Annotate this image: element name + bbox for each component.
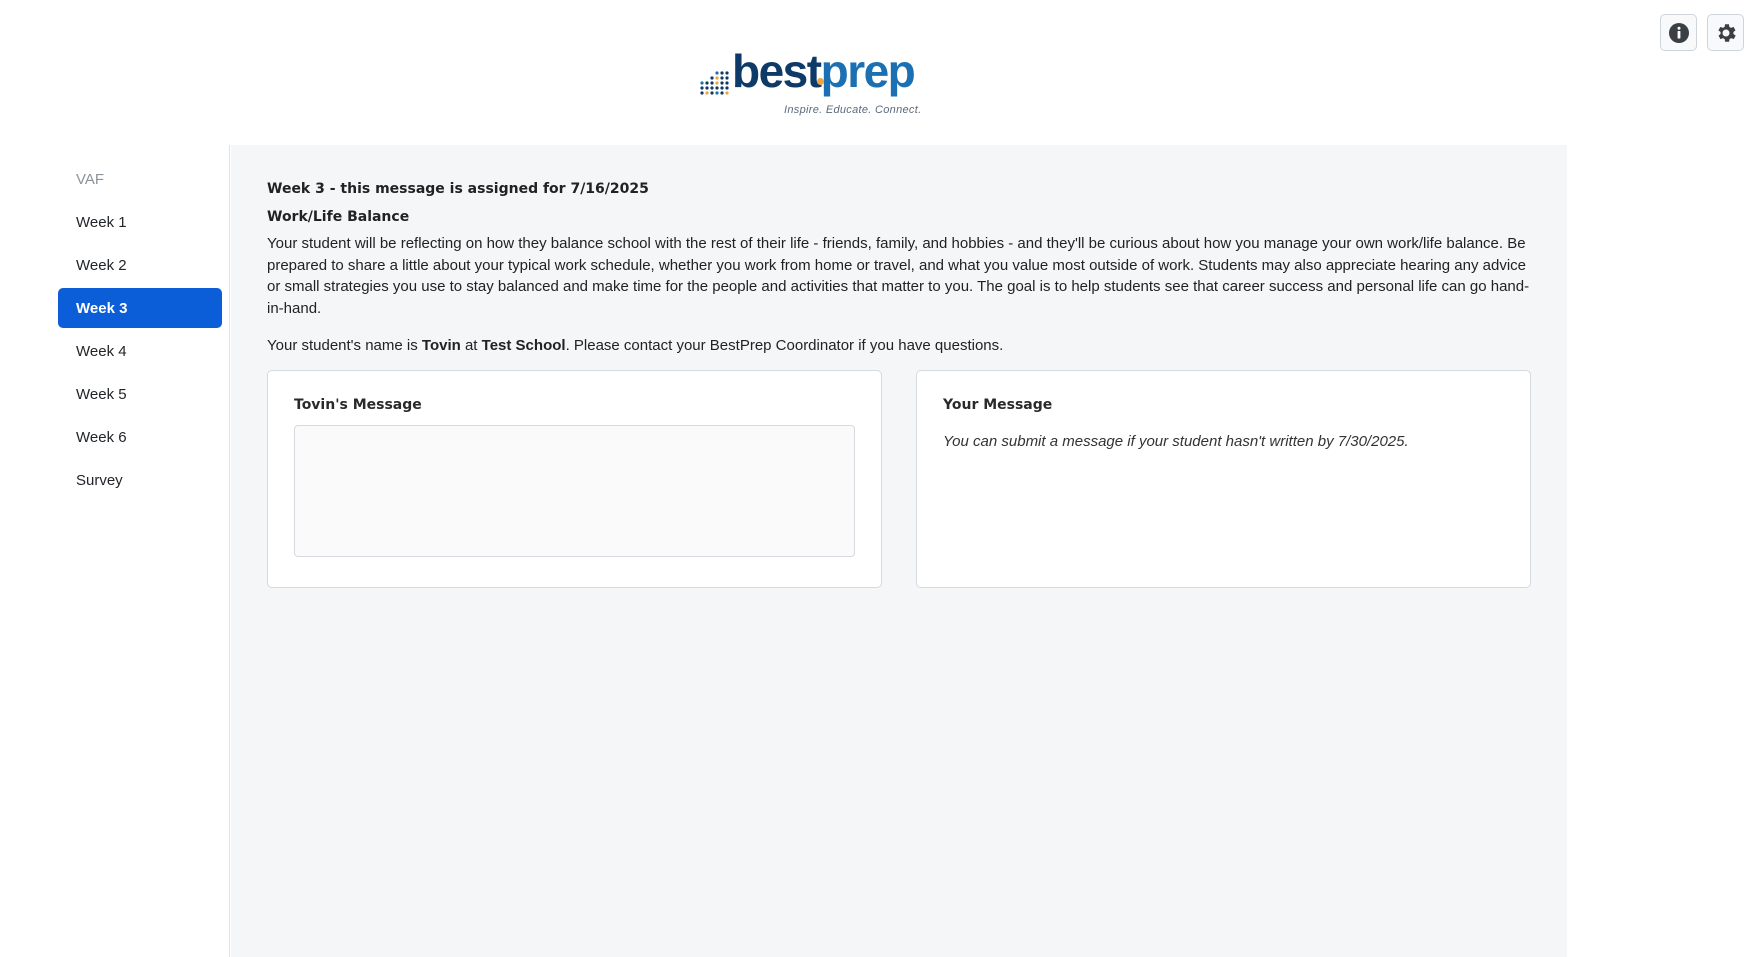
- student-message-box: [294, 425, 855, 557]
- student-message-card: Tovin's Message: [267, 370, 882, 588]
- gear-icon: [1717, 23, 1736, 42]
- assignment-heading: Week 3 - this message is assigned for 7/…: [267, 181, 649, 197]
- student-message-title: Tovin's Message: [294, 397, 422, 413]
- sidebar-item-week-1[interactable]: Week 1: [58, 202, 222, 242]
- sidebar-item-week-2[interactable]: Week 2: [58, 245, 222, 285]
- top-actions: [1660, 14, 1744, 51]
- logo-tagline: Inspire. Educate. Connect.: [784, 104, 922, 116]
- student-name: Tovin: [421, 337, 461, 354]
- logo-dots-icon: [700, 71, 729, 95]
- message-cards: Tovin's Message Your Message You can sub…: [267, 370, 1531, 588]
- logo-wordmark: bestprep: [732, 45, 916, 97]
- your-message-hint: You can submit a message if your student…: [943, 433, 1409, 450]
- your-message-title: Your Message: [943, 397, 1053, 413]
- student-line-middle: at: [460, 337, 482, 354]
- student-line-suffix: . Please contact your BestPrep Coordinat…: [565, 337, 1004, 354]
- info-icon: [1668, 22, 1689, 43]
- message-content: Week 3 - this message is assigned for 7/…: [267, 181, 1531, 588]
- student-info-line: Your student's name is Tovin at Test Sch…: [267, 337, 1531, 354]
- sidebar-item-survey[interactable]: Survey: [58, 460, 222, 500]
- student-line-prefix: Your student's name is: [267, 337, 422, 354]
- topic-heading: Work/Life Balance: [267, 209, 410, 225]
- bestprep-logo: bestprep Inspire. Educate. Connect.: [698, 48, 928, 120]
- logo-accent-dot: [817, 78, 824, 85]
- logo-word-prep: prep: [820, 45, 916, 97]
- logo-word-best: best: [732, 45, 822, 97]
- sidebar-item-week-5[interactable]: Week 5: [58, 374, 222, 414]
- week-sidebar: VAF Week 1 Week 2 Week 3 Week 4 Week 5 W…: [0, 145, 230, 957]
- your-message-card: Your Message You can submit a message if…: [916, 370, 1531, 588]
- settings-button[interactable]: [1707, 14, 1744, 51]
- school-name: Test School: [481, 337, 566, 354]
- topic-description: Your student will be reflecting on how t…: [267, 235, 1530, 317]
- info-button[interactable]: [1660, 14, 1697, 51]
- sidebar-item-week-4[interactable]: Week 4: [58, 331, 222, 371]
- sidebar-item-week-6[interactable]: Week 6: [58, 417, 222, 457]
- sidebar-item-week-3[interactable]: Week 3: [58, 288, 222, 328]
- sidebar-item-vaf[interactable]: VAF: [58, 159, 222, 199]
- message-panel: Week 3 - this message is assigned for 7/…: [231, 145, 1567, 957]
